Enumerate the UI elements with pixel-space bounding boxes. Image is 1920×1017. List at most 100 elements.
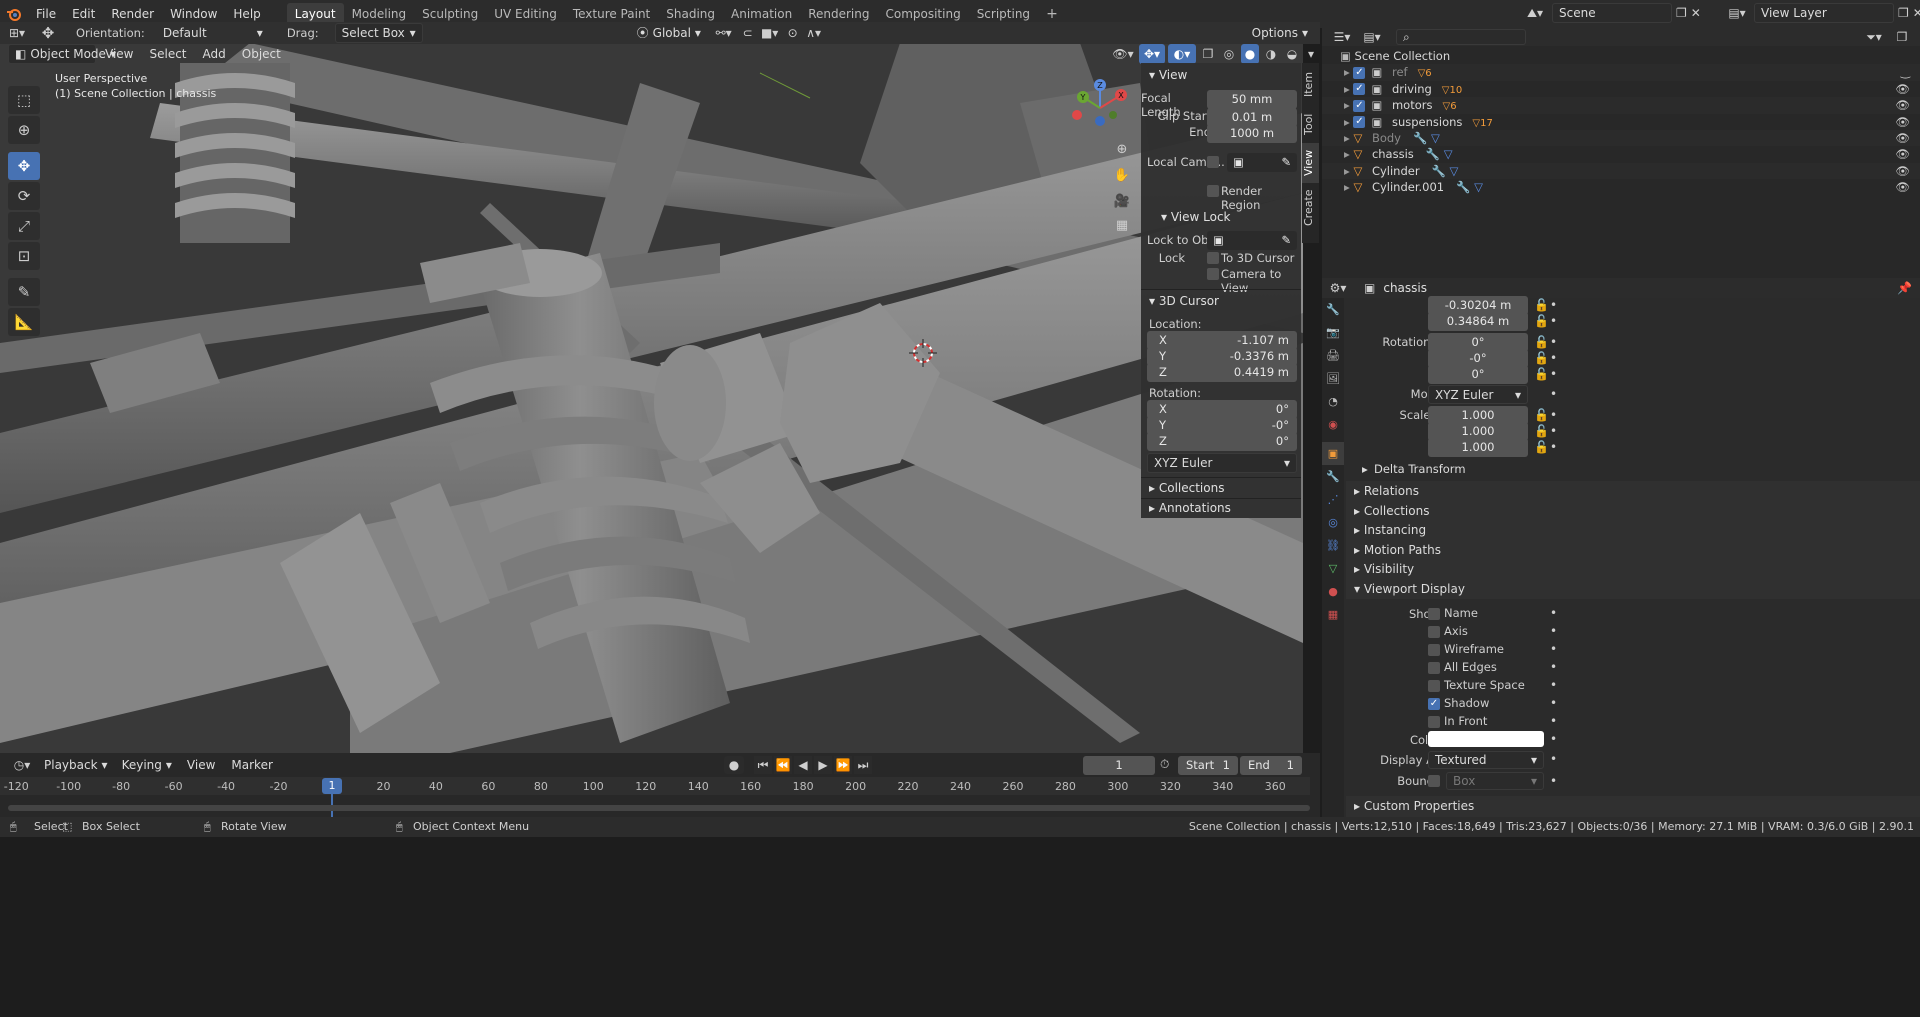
keyframe-dot-icon[interactable]: • [1550,714,1557,728]
pin-icon[interactable]: 📌 [1897,281,1912,295]
cursor-tool-icon[interactable]: ⊕ [8,116,40,144]
keyframe-dot-icon[interactable]: • [1550,314,1557,328]
keyframe-dot-icon[interactable]: • [1550,351,1557,365]
keyframe-dot-icon[interactable]: • [1550,774,1557,788]
outliner-row[interactable]: ▸ ✓ ▣ suspensions ▽17 👁 [1322,114,1920,130]
visibility-eye-icon[interactable]: 👁 [1895,146,1910,162]
custom-properties-header[interactable]: ▸ Custom Properties [1346,796,1920,817]
timeline-view-menu[interactable]: View [180,755,222,775]
camera-view-icon[interactable]: 🎥 [1112,191,1132,211]
keyframe-dot-icon[interactable]: • [1550,696,1557,710]
viewport-menu-object[interactable]: Object [235,44,288,64]
render-region-checkbox[interactable] [1207,185,1219,197]
keyframe-dot-icon[interactable]: • [1550,642,1557,656]
expand-arrow-icon[interactable]: ▸ [1344,65,1353,79]
outliner-editor-icon[interactable]: ☰▾ [1330,30,1354,44]
section-collections[interactable]: ▸ Collections [1346,501,1920,521]
outliner-row[interactable]: ▸ ▽ Body 🔧 ▽ 👁 [1322,129,1920,147]
snap-icon[interactable]: ⊂ [739,26,757,40]
show-shadow-checkbox[interactable]: ✓ [1428,698,1440,710]
visibility-eye-icon[interactable]: 👁 [1895,179,1910,195]
texture-properties-icon[interactable]: ▦ [1322,603,1344,626]
keyframe-dot-icon[interactable]: • [1550,624,1557,638]
keyframe-dot-icon[interactable]: • [1550,440,1557,454]
sidebar-tab-create[interactable]: Create [1302,183,1319,233]
outliner-row[interactable]: ▸ ✓ ▣ driving ▽10 👁 [1322,81,1920,97]
visibility-eye-icon[interactable]: 👁 [1895,97,1910,113]
view-layer-properties-icon[interactable]: 🖼 [1322,367,1344,390]
delta-transform-subpanel[interactable]: ▸ Delta Transform [1346,462,1920,481]
outliner-row[interactable]: ▸ ▽ Cylinder.001 🔧 ▽ 👁 [1322,179,1920,195]
3d-viewport[interactable]: User Perspective (1) Scene Collection | … [0,43,1303,753]
playhead[interactable]: 1 [322,778,342,794]
record-icon[interactable]: ● [724,756,744,774]
output-properties-icon[interactable]: 🖨 [1322,344,1344,367]
play-icon[interactable]: ▶ [814,756,832,774]
proportional-edit-icon[interactable]: ⊙ [783,26,803,40]
sidebar-tab-tool[interactable]: Tool [1302,105,1319,143]
preview-range-icon[interactable]: ⏱ [1160,757,1169,772]
properties-editor-icon[interactable]: ⚙▾ [1322,281,1354,295]
lock-icon[interactable]: 🔓 [1534,298,1549,312]
shading-options-icon[interactable]: ▾ [1304,44,1318,64]
local-camera-checkbox[interactable] [1207,156,1219,168]
move-tool-active-icon[interactable]: ✥ [8,152,40,180]
material-shading-icon[interactable]: ◑ [1262,44,1280,64]
view-panel-header[interactable]: ▾ View [1141,65,1187,85]
keyframe-dot-icon[interactable]: • [1550,424,1557,438]
expand-arrow-icon[interactable]: ▸ [1344,98,1353,112]
collections-panel-header[interactable]: ▸ Collections [1141,478,1224,498]
scale-z-field[interactable]: 1.000 [1428,438,1528,457]
visibility-eye-icon[interactable]: 👁 [1895,81,1910,97]
view-lock-header[interactable]: ▾ View Lock [1153,207,1231,227]
visibility-eye-icon[interactable]: 👁 [1895,130,1910,146]
show-axis-checkbox[interactable] [1428,626,1440,638]
section-visibility[interactable]: ▸ Visibility [1346,559,1920,579]
color-swatch[interactable] [1428,731,1544,747]
viewport-display-header[interactable]: ▾ Viewport Display [1346,579,1920,599]
lock-to-object-field[interactable]: ▣ ✎ [1207,231,1297,250]
ortho-grid-icon[interactable]: ▦ [1112,215,1132,235]
jump-start-icon[interactable]: ⏮ [754,756,772,774]
wireframe-shading-icon[interactable]: ◎ [1220,44,1238,64]
viewport-menu-add[interactable]: Add [196,44,233,64]
clip-end-field[interactable]: 1000 m [1207,124,1297,143]
keyframe-dot-icon[interactable]: • [1550,732,1557,746]
visibility-eye-icon[interactable]: ‿ [1901,64,1910,80]
overlays-toggle-icon[interactable]: ◐▾ [1168,44,1196,64]
jump-keyframe-back-icon[interactable]: ⏪ [774,756,792,774]
collection-exclude-checkbox[interactable]: ✓ [1353,83,1366,96]
keyframe-dot-icon[interactable]: • [1550,335,1557,349]
mesh-data-properties-icon[interactable]: ▽ [1322,557,1344,580]
keyframe-dot-icon[interactable]: • [1550,408,1557,422]
material-properties-icon[interactable]: ● [1322,580,1344,603]
constraint-properties-icon[interactable]: ⛓ [1322,534,1344,557]
filter-icon[interactable]: ⏷▾ [1862,30,1886,45]
modifier-icon[interactable]: 🔧 ▽ [1426,147,1453,161]
collection-exclude-checkbox[interactable]: ✓ [1353,116,1366,129]
lock-icon[interactable]: 🔓 [1534,367,1549,381]
display-as-dropdown[interactable]: Textured ▾ [1428,751,1544,769]
transform-tool-icon[interactable]: ⊡ [8,242,40,270]
move-tool-icon[interactable]: ✥ [34,24,62,42]
tool-properties-icon[interactable]: 🔧 [1322,298,1344,321]
navigation-gizmo[interactable]: Z X Y [1065,73,1135,143]
lock-icon[interactable]: 🔓 [1534,440,1549,454]
outliner-search-input[interactable]: ⌕ [1396,29,1526,45]
pivot-point-icon[interactable]: ⚯▾ [709,26,739,40]
sidebar-tab-item[interactable]: Item [1302,63,1319,105]
camera-to-view-checkbox[interactable] [1207,268,1219,280]
lock-to-3d-cursor-checkbox[interactable] [1207,252,1219,264]
section-relations[interactable]: ▸ Relations [1346,481,1920,501]
modifier-icon[interactable]: 🔧 ▽ [1456,180,1483,194]
lock-icon[interactable]: 🔓 [1534,335,1549,349]
copy-view-layer-icon[interactable]: ❐ [1898,6,1909,20]
new-collection-icon[interactable]: ❐ [1892,30,1912,44]
start-frame-field[interactable]: Start 1 [1178,756,1238,775]
falloff-icon[interactable]: ∧▾ [803,26,825,40]
scene-selector[interactable]: Scene [1552,3,1672,23]
bounds-checkbox[interactable] [1428,775,1440,787]
lock-icon[interactable]: 🔓 [1534,351,1549,365]
render-properties-icon[interactable]: 📷 [1322,321,1344,344]
show-all-edges-checkbox[interactable] [1428,662,1440,674]
